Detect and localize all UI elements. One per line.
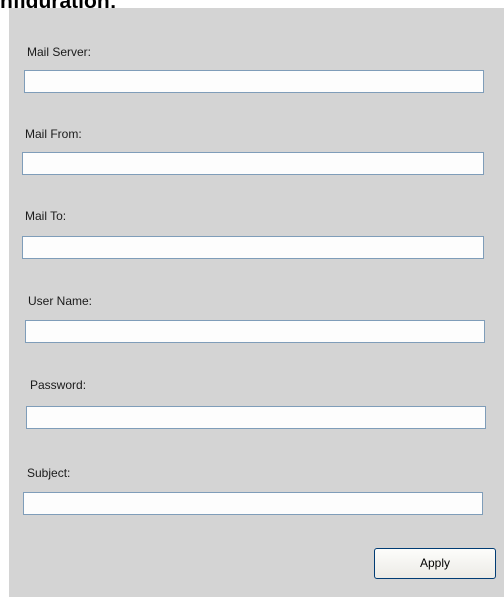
mail-server-input[interactable]: [24, 70, 484, 93]
mail-from-input[interactable]: [22, 152, 484, 175]
subject-label: Subject:: [27, 466, 71, 480]
mail-to-label: Mail To:: [25, 209, 67, 223]
mail-from-label: Mail From:: [25, 127, 82, 141]
apply-button[interactable]: Apply: [374, 548, 496, 579]
mail-server-label: Mail Server:: [27, 45, 92, 59]
user-name-input[interactable]: [25, 320, 485, 343]
password-label: Password:: [30, 378, 87, 392]
mail-to-input[interactable]: [22, 236, 484, 259]
subject-input[interactable]: [23, 492, 483, 515]
password-input[interactable]: [26, 406, 486, 429]
user-name-label: User Name:: [28, 294, 93, 308]
